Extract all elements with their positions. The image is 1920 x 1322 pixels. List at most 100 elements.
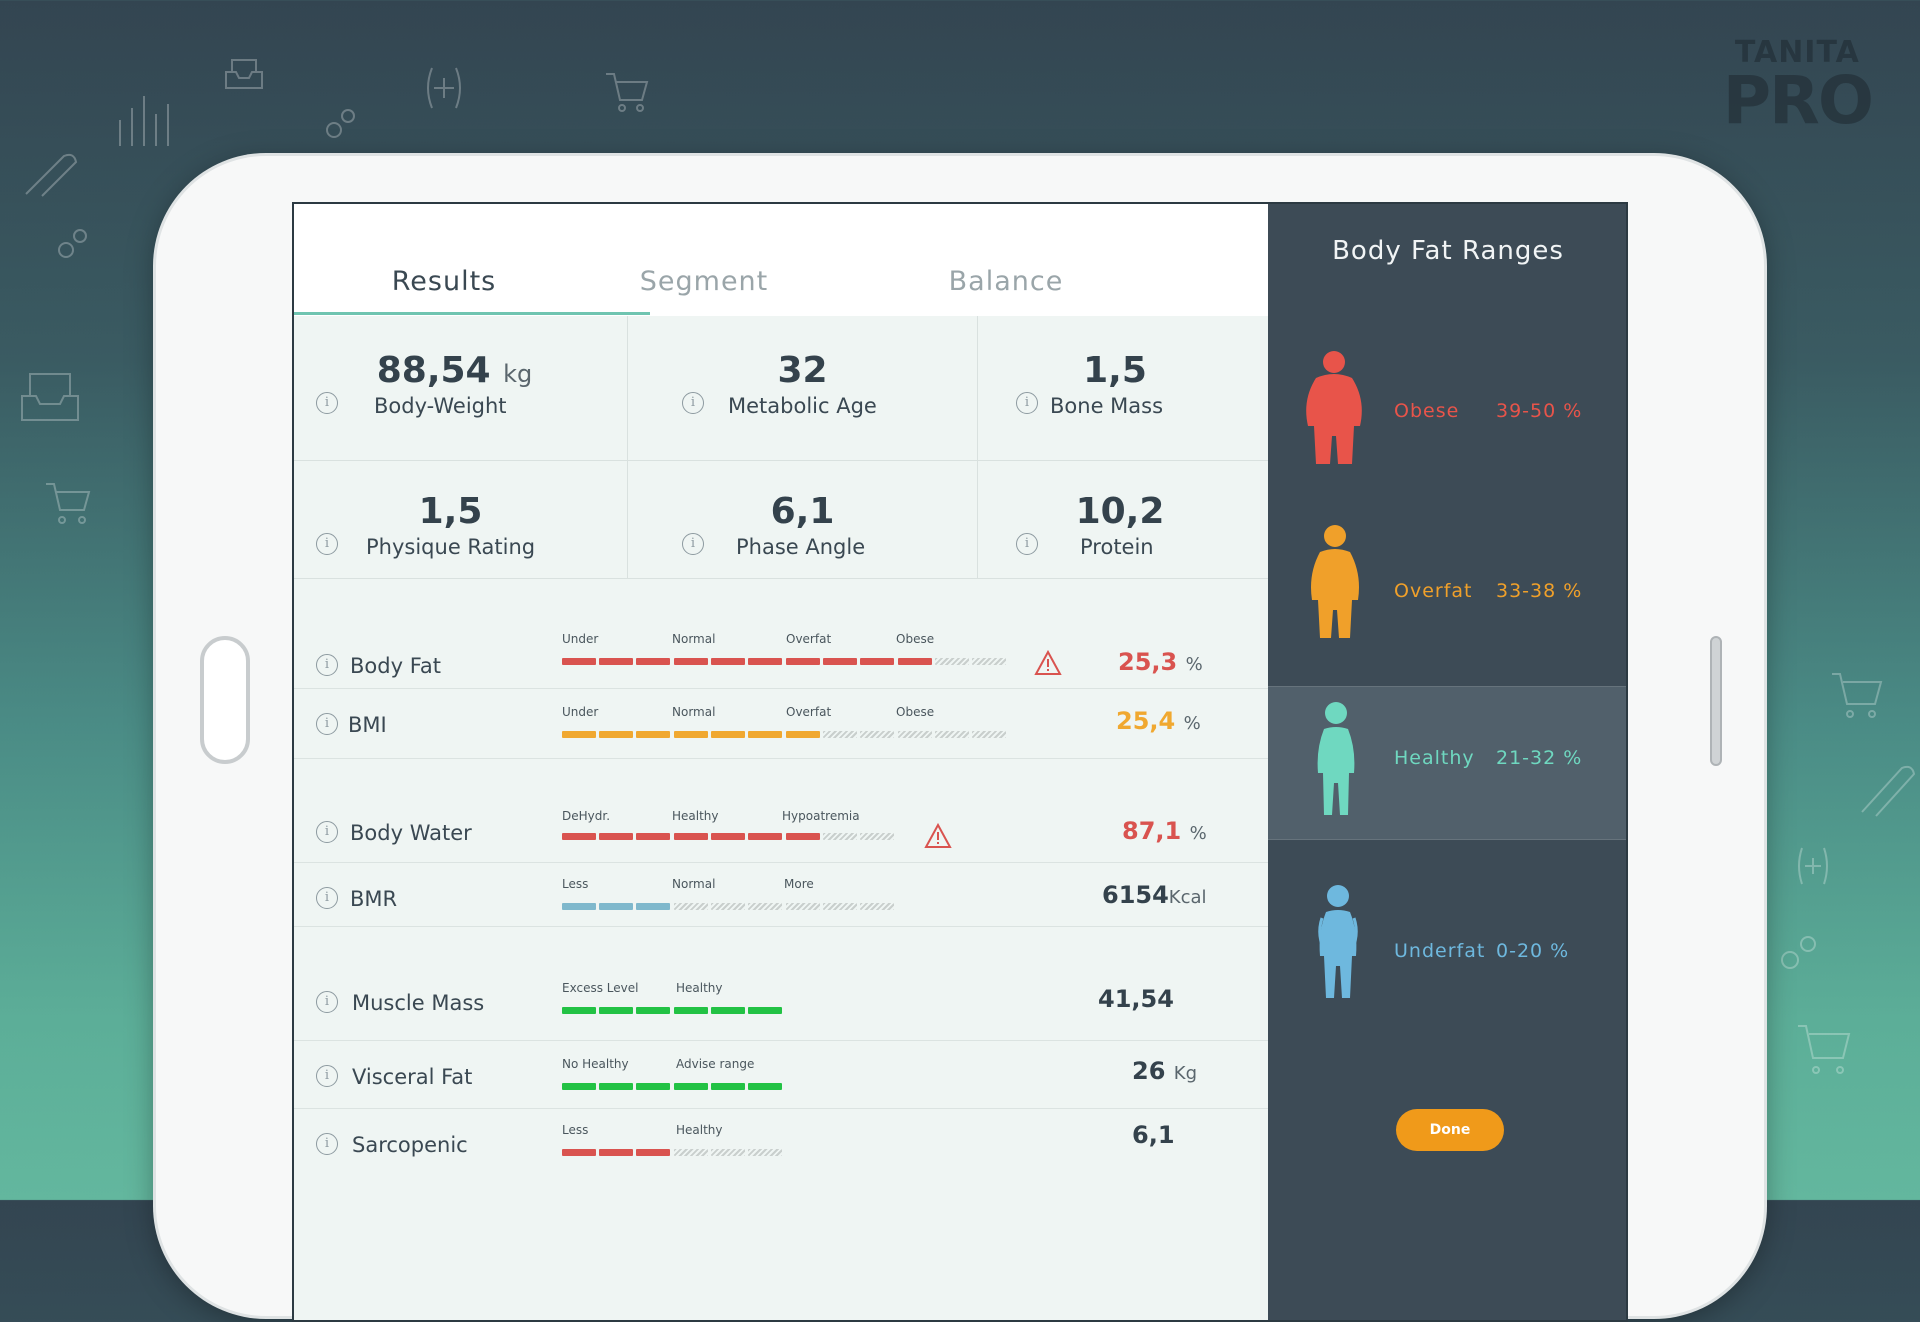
metric-label: Body-Weight [374,394,507,418]
bar-segment-empty [898,731,932,738]
info-icon[interactable]: i [316,533,338,555]
range-underfat[interactable]: Underfat 0-20 % [1268,840,1626,1040]
range-percent: 39-50 % [1496,400,1583,422]
bar-segment-filled [823,658,857,665]
info-icon[interactable]: i [682,533,704,555]
scale-label: Healthy [672,809,719,823]
range-obese[interactable]: Obese 39-50 % [1268,324,1626,504]
row-visceral-fat[interactable]: i Visceral Fat No Healthy Advise range 2… [294,1041,1268,1109]
info-icon[interactable]: i [316,1133,338,1155]
row-bmr[interactable]: i BMR Less Normal More 6154Kcal [294,863,1268,927]
bar-segment-filled [748,731,782,738]
cart-icon [46,483,91,524]
home-button[interactable] [200,636,250,764]
info-icon[interactable]: i [1016,533,1038,555]
bar-segment-filled [599,731,633,738]
scale-label: No Healthy [562,1057,629,1071]
bar-segment-empty [823,731,857,738]
paperclip-icon [1861,765,1916,817]
scale-label: Overfat [786,705,832,719]
info-icon[interactable]: i [316,991,338,1013]
bar-segment-filled [636,1007,670,1014]
bar-segment-filled [562,903,596,910]
range-label: Healthy [1394,747,1475,769]
metric-bone-mass: 1,5 i Bone Mass [978,316,1268,461]
info-icon[interactable]: i [316,654,338,676]
scale-label: Healthy [676,1123,723,1137]
bar-segment-empty [935,658,969,665]
scale-label: Overfat [786,632,832,646]
range-label: Overfat [1394,580,1473,602]
cart-icon [1798,1025,1851,1074]
metrics-grid: 88,54 kg i Body-Weight 32 i Metabolic Ag… [294,316,1268,584]
bar-segment-filled [711,1083,745,1090]
metric-phase-angle: 6,1 i Phase Angle [628,461,978,579]
bar-segment-filled [674,833,708,840]
row-sarcopenic[interactable]: i Sarcopenic Less Healthy 6,1 [294,1109,1268,1320]
bar-segment-filled [562,731,596,738]
info-icon[interactable]: i [316,1065,338,1087]
range-percent: 0-20 % [1496,940,1570,962]
row-body-water[interactable]: i Body Water DeHydr. Healthy Hypoatremia… [294,759,1268,863]
info-icon[interactable]: i [316,713,338,735]
bar-segment-filled [562,1007,596,1014]
row-muscle-mass[interactable]: i Muscle Mass Excess Level Healthy 41,54 [294,927,1268,1041]
inbox-icon [225,59,263,89]
info-icon[interactable]: i [316,392,338,414]
bar-segment-filled [674,731,708,738]
metric-value: 88,54 kg [376,350,533,391]
metric-label: Physique Rating [366,535,536,559]
info-icon[interactable]: i [682,392,704,414]
tab-balance[interactable]: Balance [926,266,1086,297]
info-icon[interactable]: i [316,821,338,843]
tab-results[interactable]: Results [294,266,594,297]
row-label: Muscle Mass [352,991,485,1015]
gear-icon [58,229,87,258]
done-button[interactable]: Done [1396,1109,1504,1151]
scale-label: Obese [896,705,935,719]
bar-segment-empty [674,1149,708,1156]
bar-segment-filled [562,833,596,840]
scale-label: Under [562,705,599,719]
range-overfat[interactable]: Overfat 33-38 % [1268,504,1626,684]
row-value: 6,1 [1132,1121,1175,1149]
scale-label: Less [562,1123,589,1137]
row-value: 25,3 % [1118,648,1203,676]
range-percent: 21-32 % [1496,747,1583,769]
bar-segment-filled [748,1083,782,1090]
bar-segment-filled [674,1083,708,1090]
bar-segment-filled [711,1007,745,1014]
bar-segment-empty [860,731,894,738]
bar-chart-icon [119,96,169,146]
tablet-speaker [1710,636,1722,766]
metric-label: Phase Angle [736,535,866,559]
bar-segment-empty [823,833,857,840]
bar-segment-filled [748,658,782,665]
row-label: Body Water [350,821,472,845]
metric-value: 6,1 [770,491,835,532]
bar-segment-filled [636,1149,670,1156]
bar-segment-filled [599,658,633,665]
bar-segment-filled [636,903,670,910]
bar-segment-filled [599,1007,633,1014]
range-healthy[interactable]: Healthy 21-32 % [1268,686,1626,840]
bar-segment-filled [562,1083,596,1090]
tab-segment[interactable]: Segment [624,266,784,297]
row-value: 25,4 % [1116,707,1201,735]
row-label: Sarcopenic [352,1133,468,1157]
row-value: 41,54 [1098,985,1174,1013]
body-fat-ranges-panel: Body Fat Ranges Obese 39-50 % Overfat 33… [1268,204,1626,1320]
row-value: 26 Kg [1132,1057,1197,1085]
row-bmi[interactable]: i BMI Under Normal Overfat Obese 25,4 % [294,689,1268,759]
app-screen: Results Segment Balance 88,54 kg i Body-… [292,202,1628,1322]
info-icon[interactable]: i [316,887,338,909]
bar-segment-empty [860,903,894,910]
bar-segment-empty [711,1149,745,1156]
row-body-fat[interactable]: i Body Fat Under Normal Overfat Obese 25… [294,584,1268,689]
bar-segment-filled [599,1083,633,1090]
bar-segment-filled [636,1083,670,1090]
bar-segment-empty [786,903,820,910]
info-icon[interactable]: i [1016,392,1038,414]
metric-protein: 10,2 i Protein [978,461,1268,579]
gear-icon [326,109,355,138]
